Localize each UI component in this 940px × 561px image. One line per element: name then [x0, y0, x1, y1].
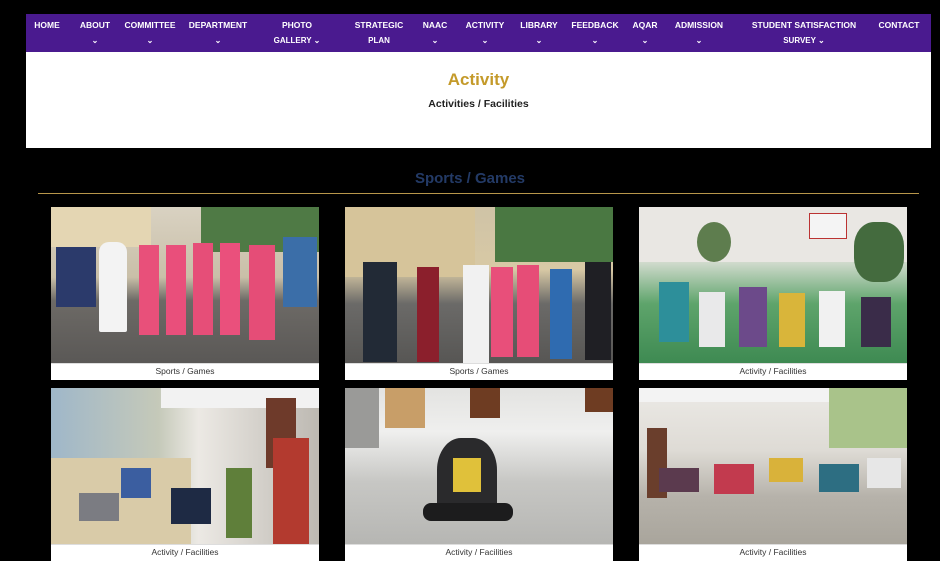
gallery-caption: Sports / Games — [51, 363, 319, 380]
nav-about-label: ABOUT — [79, 20, 111, 30]
nav-photo-gallery-label: PHOTO — [281, 20, 313, 30]
nav-naac-label: NAAC — [422, 20, 448, 30]
nav-committee-label: COMMITTEE — [124, 20, 176, 30]
nav-student-satisfaction-survey-label: STUDENT SATISFACTION — [751, 20, 857, 30]
nav-activity[interactable]: ACTIVITY ⌄ — [462, 14, 508, 52]
gallery-caption: Activity / Facilities — [345, 544, 613, 561]
chevron-down-icon: ⌄ — [481, 36, 489, 45]
chevron-down-icon: ⌄ — [214, 36, 222, 45]
nav-admission[interactable]: ADMISSION ⌄ — [671, 14, 727, 52]
nav-strategic-plan[interactable]: STRATEGIC PLAN — [351, 14, 407, 52]
nav-contact-label: CONTACT — [878, 20, 920, 30]
nav-student-satisfaction-survey[interactable]: STUDENT SATISFACTION SURVEY ⌄ — [748, 14, 860, 52]
nav-strategic-plan-label: STRATEGIC — [354, 20, 404, 30]
gallery-card[interactable]: Activity / Facilities — [639, 207, 907, 380]
nav-photo-gallery-sub: GALLERY ⌄ — [273, 36, 321, 45]
gallery-caption: Activity / Facilities — [51, 544, 319, 561]
nav-committee[interactable]: COMMITTEE ⌄ — [123, 14, 177, 52]
gallery-caption: Activity / Facilities — [639, 544, 907, 561]
gallery-photo — [639, 207, 907, 363]
nav-department-label: DEPARTMENT — [188, 20, 248, 30]
nav-naac[interactable]: NAAC ⌄ — [422, 14, 448, 52]
gallery-card[interactable]: Activity / Facilities — [639, 388, 907, 561]
gallery-photo — [345, 207, 613, 363]
gallery-card[interactable]: Sports / Games — [51, 207, 319, 380]
nav-library[interactable]: LIBRARY ⌄ — [517, 14, 561, 52]
gallery-caption: Activity / Facilities — [639, 363, 907, 380]
nav-photo-gallery[interactable]: PHOTO GALLERY ⌄ — [262, 14, 332, 52]
chevron-down-icon: ⌄ — [91, 36, 99, 45]
nav-aqar[interactable]: AQAR ⌄ — [630, 14, 660, 52]
gallery-photo — [51, 207, 319, 363]
page-header: Activity Activities / Facilities — [26, 52, 931, 148]
gallery-caption: Sports / Games — [345, 363, 613, 380]
section-divider — [38, 193, 919, 194]
section-title: Sports / Games — [414, 170, 526, 187]
gallery-photo — [639, 388, 907, 544]
nav-about[interactable]: ABOUT ⌄ — [76, 14, 114, 52]
gallery-card[interactable]: Activity / Facilities — [345, 388, 613, 561]
main-navigation: HOME ABOUT ⌄ COMMITTEE ⌄ DEPARTMENT ⌄ PH… — [26, 14, 931, 52]
nav-feedback-label: FEEDBACK — [571, 20, 619, 30]
nav-home-label: HOME — [34, 20, 60, 30]
chevron-down-icon: ⌄ — [535, 36, 543, 45]
page-title: Activity — [447, 70, 510, 89]
breadcrumb: Activities / Facilities — [428, 98, 529, 110]
nav-admission-label: ADMISSION — [674, 20, 724, 30]
nav-contact[interactable]: CONTACT — [876, 14, 922, 52]
gallery-card[interactable]: Activity / Facilities — [51, 388, 319, 561]
nav-aqar-label: AQAR — [632, 20, 658, 30]
chevron-down-icon: ⌄ — [146, 36, 154, 45]
gallery-photo — [51, 388, 319, 544]
nav-home[interactable]: HOME — [32, 14, 62, 52]
nav-department[interactable]: DEPARTMENT ⌄ — [186, 14, 250, 52]
nav-feedback[interactable]: FEEDBACK ⌄ — [569, 14, 621, 52]
chevron-down-icon: ⌄ — [641, 36, 649, 45]
chevron-down-icon: ⌄ — [695, 36, 703, 45]
chevron-down-icon: ⌄ — [431, 36, 439, 45]
nav-library-label: LIBRARY — [520, 20, 558, 30]
nav-strategic-plan-sub: PLAN — [368, 36, 390, 45]
nav-activity-label: ACTIVITY — [465, 20, 505, 30]
gallery-card[interactable]: Sports / Games — [345, 207, 613, 380]
gallery-photo — [345, 388, 613, 544]
chevron-down-icon: ⌄ — [591, 36, 599, 45]
nav-student-satisfaction-survey-sub: SURVEY ⌄ — [783, 36, 825, 45]
